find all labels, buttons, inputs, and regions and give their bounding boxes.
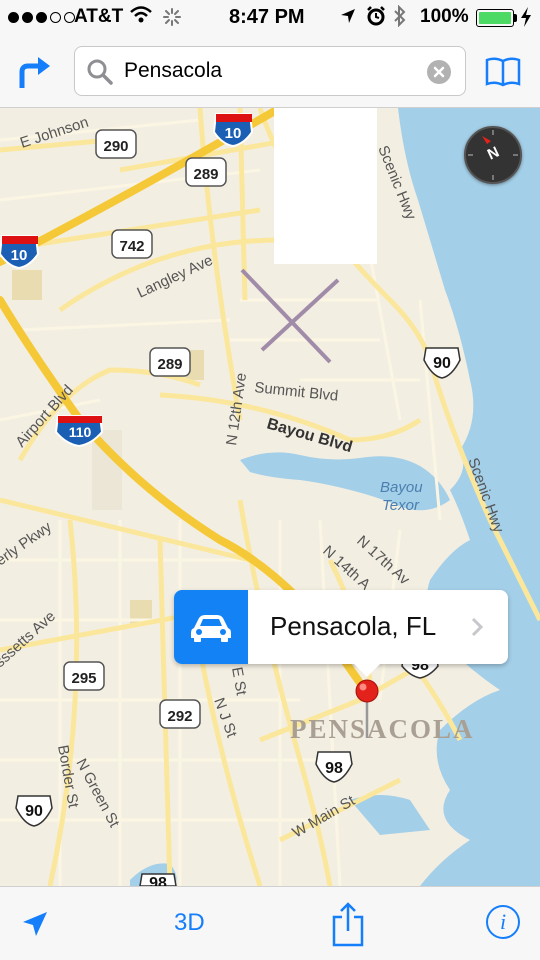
road-label: Langley Ave bbox=[135, 252, 216, 302]
shield-label: 98 bbox=[325, 760, 343, 777]
car-icon bbox=[191, 615, 231, 642]
directions-button[interactable] bbox=[16, 52, 56, 92]
city-label: PENSACOLA bbox=[290, 714, 475, 744]
state-shield-295: 295 bbox=[63, 661, 105, 691]
road-label: Summit Blvd bbox=[254, 379, 340, 405]
signal-dot bbox=[22, 12, 33, 23]
location-services-icon bbox=[340, 8, 356, 30]
track-location-button[interactable] bbox=[20, 909, 50, 944]
status-bar: AT&T 8:47 PM 100% bbox=[0, 0, 540, 36]
us-shield-98-a: 98 bbox=[315, 751, 353, 783]
chevron-right-icon[interactable] bbox=[470, 616, 484, 643]
land-area bbox=[12, 270, 42, 300]
search-icon bbox=[87, 59, 113, 90]
us-shield-98-c: 98 bbox=[139, 873, 177, 886]
signal-strength-icon bbox=[8, 12, 75, 23]
water-labels: Bayou Texor bbox=[380, 479, 423, 514]
shield-label: 289 bbox=[193, 166, 218, 183]
charging-bolt-icon bbox=[520, 7, 532, 33]
us-shield-90-a: 90 bbox=[423, 347, 461, 379]
shield-label: 289 bbox=[157, 356, 182, 373]
callout-tail bbox=[354, 664, 380, 677]
location-callout[interactable]: Pensacola, FL bbox=[174, 590, 508, 677]
signal-dot bbox=[36, 12, 47, 23]
road-label: Border St bbox=[54, 744, 82, 810]
turn-right-arrow-icon bbox=[19, 57, 50, 88]
bookmarks-button[interactable] bbox=[484, 56, 522, 93]
unloaded-map-tile bbox=[274, 108, 377, 264]
signal-dot bbox=[8, 12, 19, 23]
bluetooth-icon bbox=[393, 4, 407, 33]
water-label: Bayou bbox=[380, 479, 423, 496]
shield-label: 10 bbox=[225, 125, 242, 142]
state-shield-292: 292 bbox=[159, 699, 201, 729]
directions-car-button[interactable] bbox=[174, 590, 248, 664]
navigation-bar: Pensacola bbox=[0, 36, 540, 108]
dropped-pin[interactable] bbox=[354, 678, 380, 745]
state-shield-289-b: 289 bbox=[149, 347, 191, 377]
battery-tip bbox=[514, 14, 517, 22]
state-shield-290: 290 bbox=[95, 129, 137, 159]
road-label: E St bbox=[228, 666, 250, 698]
battery-fill bbox=[479, 12, 511, 24]
shield-label: 295 bbox=[71, 670, 96, 687]
info-button[interactable]: i bbox=[486, 905, 520, 939]
bottom-toolbar: 3D i bbox=[0, 886, 540, 960]
status-time: 8:47 PM bbox=[229, 6, 305, 28]
clear-search-icon[interactable] bbox=[427, 60, 451, 84]
shield-label: 90 bbox=[433, 355, 451, 372]
location-arrow-icon bbox=[23, 912, 47, 936]
shield-label: 290 bbox=[103, 138, 128, 155]
road-label: erly Pkwy bbox=[0, 518, 55, 569]
map-canvas[interactable]: E Johnson Langley Ave Scenic Hwy Scenic … bbox=[0, 108, 540, 886]
shield-label: 292 bbox=[167, 708, 192, 725]
map-pin-icon bbox=[355, 679, 379, 738]
shield-label: 98 bbox=[149, 875, 167, 886]
shield-label: 742 bbox=[119, 238, 144, 255]
carrier-name: AT&T bbox=[74, 6, 124, 27]
road-label: N 12th Ave bbox=[223, 372, 250, 447]
alarm-icon bbox=[366, 6, 386, 32]
compass-button[interactable]: N bbox=[464, 126, 522, 184]
shield-label: 10 bbox=[11, 247, 28, 264]
map-view[interactable]: E Johnson Langley Ave Scenic Hwy Scenic … bbox=[0, 108, 540, 886]
battery-icon bbox=[476, 9, 514, 27]
state-shield-289-a: 289 bbox=[185, 157, 227, 187]
3d-button[interactable]: 3D bbox=[174, 909, 205, 937]
wifi-icon bbox=[130, 6, 152, 30]
callout-title: Pensacola, FL bbox=[270, 611, 437, 641]
signal-dot bbox=[50, 12, 61, 23]
activity-spinner-icon bbox=[162, 7, 182, 33]
search-field[interactable]: Pensacola bbox=[74, 46, 466, 96]
water-label: Texor bbox=[382, 497, 420, 514]
share-icon bbox=[332, 902, 364, 947]
share-button[interactable] bbox=[330, 901, 366, 952]
book-icon bbox=[485, 57, 521, 87]
search-input-value[interactable]: Pensacola bbox=[124, 59, 222, 83]
battery-percent: 100% bbox=[420, 6, 469, 27]
road-label: W Main St bbox=[290, 792, 359, 842]
shield-label: 90 bbox=[25, 803, 43, 820]
state-shield-742: 742 bbox=[111, 229, 153, 259]
shield-label: 110 bbox=[69, 424, 92, 440]
airport-runways bbox=[240, 268, 340, 364]
